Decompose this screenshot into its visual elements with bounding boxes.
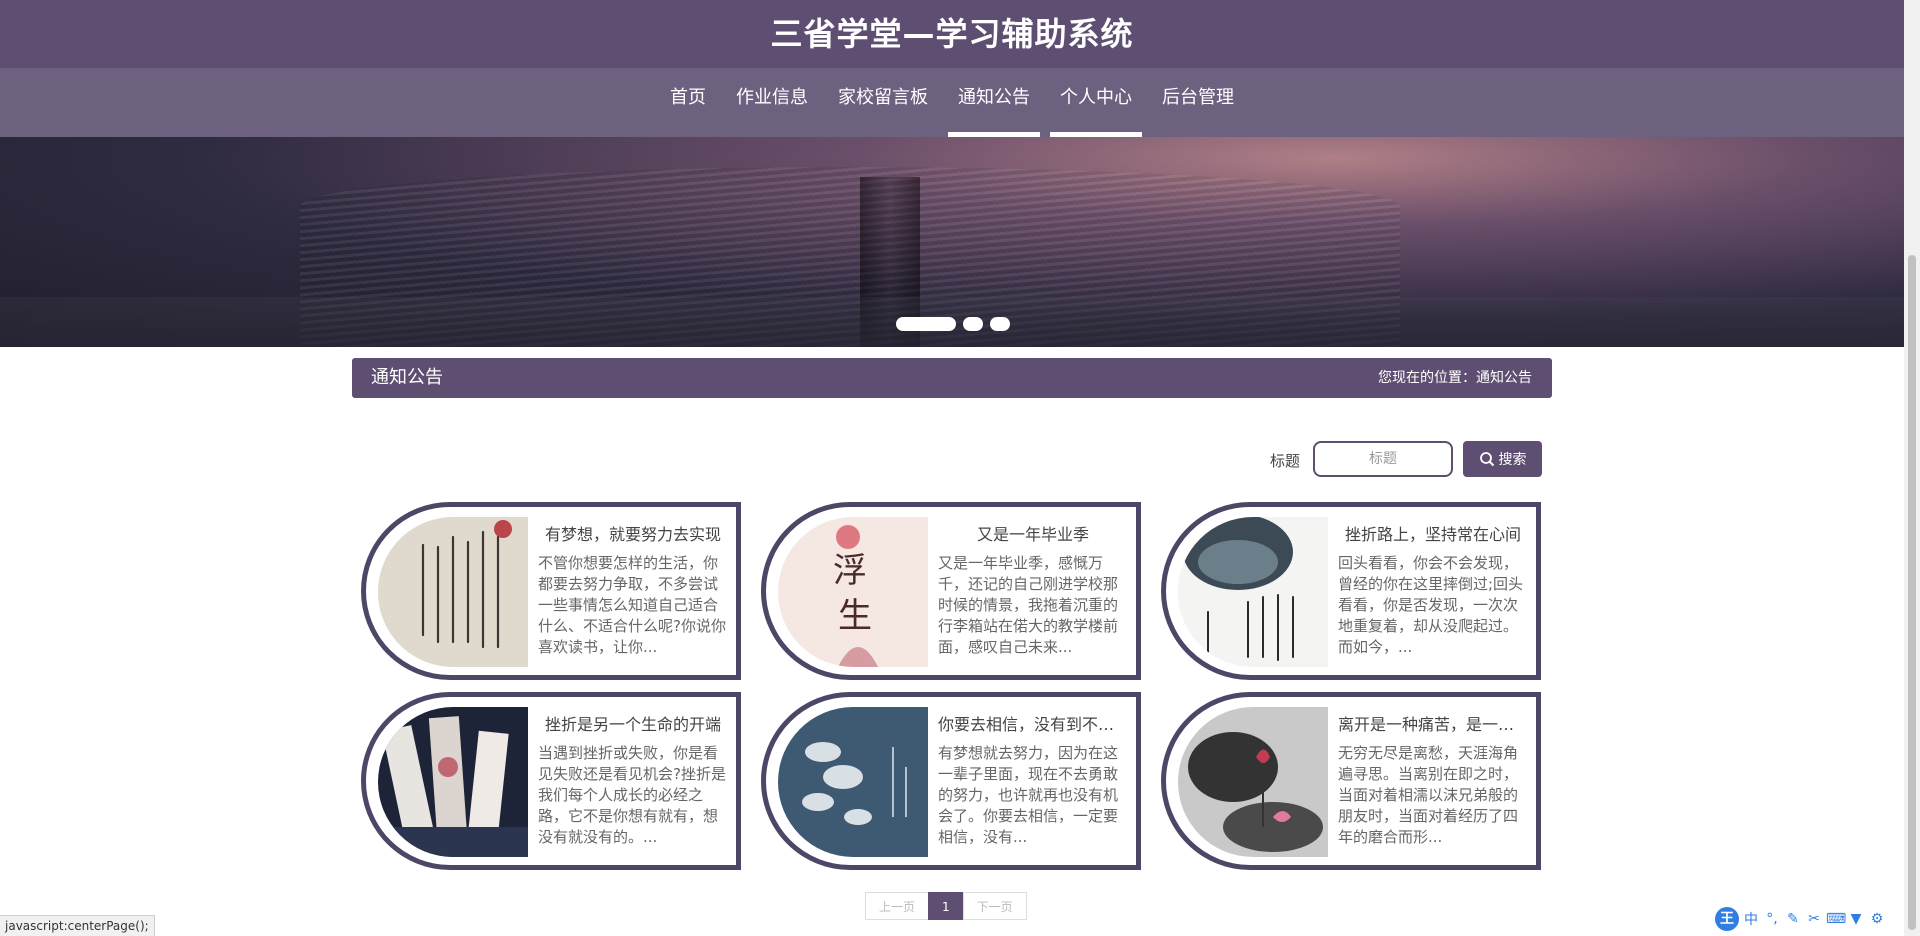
svg-text:浮: 浮	[833, 551, 867, 591]
nav-message-board[interactable]: 家校留言板	[828, 68, 938, 137]
carousel-dot-1[interactable]	[896, 317, 956, 331]
card-title: 挫折是另一个生命的开端	[544, 715, 721, 734]
card-description: 回头看看，你会不会发现，曾经的你在这里摔倒过;回头看看，你是否发现，一次次地重复…	[1338, 554, 1524, 656]
search-input[interactable]	[1313, 441, 1453, 477]
page-1-button[interactable]: 1	[928, 892, 964, 920]
card-title: 又是一年毕业季	[976, 525, 1089, 544]
notice-card[interactable]: 挫折路上，坚持常在心间 回头看看，你会不会发现，曾经的你在这里摔倒过;回头看看，…	[1161, 502, 1541, 680]
card-thumbnail	[378, 517, 528, 667]
search-button[interactable]: 搜索	[1463, 441, 1542, 477]
scissors-icon[interactable]: ✂	[1805, 911, 1823, 927]
pagination: 上一页 1 下一页	[865, 892, 1027, 920]
card-thumbnail	[1178, 707, 1328, 857]
nav-homework[interactable]: 作业信息	[726, 68, 818, 137]
card-thumbnail	[378, 707, 528, 857]
card-description: 不管你想要怎样的生活，你都要去努力争取，不多尝试一些事情怎么知道自己适合什么、不…	[538, 554, 726, 656]
browser-status-bar: javascript:centerPage();	[0, 915, 155, 936]
card-thumbnail	[1178, 517, 1328, 667]
svg-text:生: 生	[838, 596, 872, 636]
card-description: 当遇到挫折或失败，你是看见失败还是看见机会?挫折是我们每个人成长的必经之路，它不…	[538, 744, 726, 846]
card-description: 又是一年毕业季，感慨万千，还记的自己刚进学校那时候的情景，我拖着沉重的行李箱站在…	[938, 554, 1119, 656]
prev-page-button[interactable]: 上一页	[865, 892, 930, 920]
card-title: 离开是一种痛苦，是一种考验	[1338, 715, 1528, 734]
page: 三省学堂—学习辅助系统 首页 作业信息 家校留言板 通知公告 个人中心 后台管理…	[0, 0, 1904, 936]
section-header: 通知公告 您现在的位置：通知公告	[352, 358, 1552, 398]
scrollbar-thumb[interactable]	[1908, 255, 1916, 930]
section-title: 通知公告	[371, 367, 443, 388]
card-thumbnail: 浮 生	[778, 517, 928, 667]
breadcrumb: 您现在的位置：通知公告	[1378, 370, 1532, 386]
notice-card[interactable]: 离开是一种痛苦，是一种考验 无穷无尽是离愁，天涯海角遍寻思。当离别在即之时，当面…	[1161, 692, 1541, 870]
search-icon	[1479, 452, 1494, 467]
notice-card[interactable]: 你要去相信，没有到不了的明天 有梦想就去努力，因为在这一辈子里面，现在不去勇敢的…	[761, 692, 1141, 870]
card-thumbnail	[778, 707, 928, 857]
gear-icon[interactable]: ⚙	[1868, 911, 1886, 927]
nav-personal-center[interactable]: 个人中心	[1050, 68, 1142, 137]
page-scrollbar[interactable]	[1904, 0, 1920, 936]
ime-mode[interactable]: 中	[1742, 909, 1760, 929]
carousel-dots	[896, 317, 1010, 331]
main-nav: 首页 作业信息 家校留言板 通知公告 个人中心 后台管理	[0, 68, 1904, 137]
site-header: 三省学堂—学习辅助系统	[0, 0, 1904, 68]
punctuation-icon[interactable]: °,	[1763, 911, 1781, 927]
search-label: 标题	[1270, 452, 1301, 470]
notice-card[interactable]: 浮 生 又是一年毕业季 又是一年毕业季，感慨万千，还记的自己刚进学校那时候的情景…	[761, 502, 1141, 680]
ime-badge[interactable]: 王	[1715, 907, 1739, 931]
notice-card[interactable]: 有梦想，就要努力去实现 不管你想要怎样的生活，你都要去努力争取，不多尝试一些事情…	[361, 502, 741, 680]
carousel-dot-2[interactable]	[963, 317, 983, 331]
nav-admin[interactable]: 后台管理	[1152, 68, 1244, 137]
skin-icon[interactable]: ▼	[1847, 911, 1865, 927]
carousel-dot-3[interactable]	[990, 317, 1010, 331]
search-button-label: 搜索	[1498, 452, 1527, 468]
handwrite-icon[interactable]: ✎	[1784, 911, 1802, 927]
keyboard-icon[interactable]: ⌨	[1826, 911, 1846, 927]
card-description: 无穷无尽是离愁，天涯海角遍寻思。当离别在即之时，当面对着相濡以沫兄弟般的朋友时，…	[1338, 744, 1519, 846]
banner-carousel[interactable]	[0, 137, 1904, 347]
site-title: 三省学堂—学习辅助系统	[770, 15, 1134, 53]
nav-notices[interactable]: 通知公告	[948, 68, 1040, 137]
next-page-button[interactable]: 下一页	[962, 892, 1027, 920]
nav-home[interactable]: 首页	[660, 68, 716, 137]
card-description: 有梦想就去努力，因为在这一辈子里面，现在不去勇敢的努力，也许就再也没有机会了。你…	[938, 744, 1119, 846]
card-title: 有梦想，就要努力去实现	[544, 525, 721, 544]
ime-toolbar: 王 中 °, ✎ ✂ ⌨ ▼ ⚙	[1715, 906, 1886, 932]
nav-bar: 首页 作业信息 家校留言板 通知公告 个人中心 后台管理	[0, 68, 1904, 137]
notice-card[interactable]: 挫折是另一个生命的开端 当遇到挫折或失败，你是看见失败还是看见机会?挫折是我们每…	[361, 692, 741, 870]
card-title: 你要去相信，没有到不了的明天	[938, 715, 1128, 734]
card-title: 挫折路上，坚持常在心间	[1344, 525, 1521, 544]
